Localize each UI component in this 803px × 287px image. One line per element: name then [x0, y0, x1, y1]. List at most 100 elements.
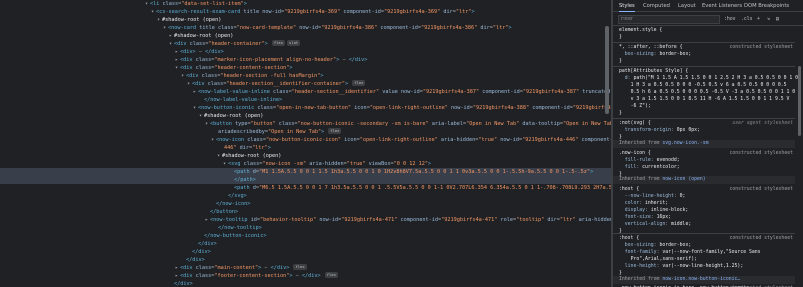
style-rule-line[interactable]: element.style { — [613, 27, 803, 34]
dom-node-content[interactable]: <div> ⋯ </div> — [180, 49, 224, 55]
dom-node-row[interactable]: </div> — [0, 280, 611, 287]
style-rule-line[interactable]: -6 Z"); — [613, 103, 803, 110]
style-rule-line[interactable]: :host {constructed stylesheet — [613, 186, 803, 193]
dom-node-content[interactable]: </div> — [174, 281, 193, 287]
dom-node-content[interactable]: #shadow-root (open) — [162, 17, 221, 23]
style-rule-line[interactable]: display: inline-block; — [613, 207, 803, 214]
dom-node-content[interactable]: #shadow-root (open) — [174, 33, 233, 39]
dom-node-content[interactable]: </svg> — [228, 193, 247, 199]
dom-node-row[interactable]: ▸ <div class="marker-icon-placement align… — [0, 56, 611, 64]
style-rule-line[interactable]: transform-origin: 0px 0px; — [613, 127, 803, 134]
dom-node-row[interactable]: ▸ #shadow-root (open) — [0, 32, 611, 40]
tab-dom-breakpoints[interactable]: DOM Breakpoints — [744, 0, 789, 12]
dom-node-row[interactable]: ▾ <div class="header-content-section"> — [0, 64, 611, 72]
dom-node-content[interactable]: <now-card title class="now-card-template… — [168, 25, 512, 31]
dom-node-content[interactable]: <now-button-iconic class="open-in-new-ta… — [198, 105, 611, 111]
dom-node-content[interactable]: <svg class="now-icon -sm" aria-hidden="t… — [228, 161, 431, 167]
style-rule-line[interactable]: fill: currentcolor; — [613, 164, 803, 171]
dom-node-row[interactable]: ▾ <now-card title class="now-card-templat… — [0, 24, 611, 32]
styles-scrollbar[interactable] — [797, 26, 802, 287]
dom-node-content[interactable]: <div class="marker-icon-placement align-… — [180, 57, 367, 63]
dom-node-content[interactable]: </div> — [192, 249, 211, 255]
dom-node-row[interactable]: </div> — [0, 256, 611, 264]
style-rule-line[interactable]: --now-line-height: 0; — [613, 193, 803, 200]
dom-node-row[interactable]: ▾ <now-icon class="now-button-iconic-icon… — [0, 136, 611, 144]
dom-node-content[interactable]: 446" dir="ltr"> — [224, 145, 271, 151]
style-rule-line[interactable]: :not(svg) {user agent stylesheet — [613, 120, 803, 127]
style-rule-line[interactable]: color: inherit; — [613, 200, 803, 207]
dom-node-content[interactable]: </now-label-value-inline> — [204, 97, 282, 103]
tab-layout[interactable]: Layout — [678, 0, 696, 12]
dom-node-row[interactable]: ▾ <button type="button" class="now-button… — [0, 120, 611, 128]
dom-node-content[interactable]: <cs-search-result-exam-card title now-id… — [156, 9, 475, 15]
computed-toggle-icon[interactable]: ⇲ — [767, 16, 770, 24]
styles-filter-input[interactable] — [618, 15, 720, 24]
style-rule-line[interactable]: vertical-align: middle; — [613, 221, 803, 228]
dom-node-row[interactable]: ▾ <cs-search-result-exam-card title now-i… — [0, 8, 611, 16]
dom-node-row[interactable]: ▾ <svg class="now-icon -sm" aria-hidden="… — [0, 160, 611, 168]
dom-node-row[interactable]: </div> — [0, 240, 611, 248]
dom-node-row[interactable]: ▾ <div class="header-container"> flex slot — [0, 40, 611, 48]
dom-node-row[interactable]: </now-button-iconic> — [0, 232, 611, 240]
dom-node-row[interactable]: </now-label-value-inline> — [0, 96, 611, 104]
dom-node-content[interactable]: <button type="button" class="now-button-… — [210, 121, 611, 127]
dom-node-content[interactable]: <div class="header-container"> flex slot — [174, 40, 301, 47]
dom-node-row[interactable]: </button> — [0, 208, 611, 216]
dom-node-row[interactable]: </svg> — [0, 192, 611, 200]
dom-node-content[interactable]: <div class="header-content-section"> — [180, 65, 292, 71]
dom-node-row[interactable]: ariadescribedby="Open in New Tab"> flex — [0, 128, 611, 136]
dom-node-row[interactable]: </now-tooltip> — [0, 224, 611, 232]
elements-scrollbar[interactable] — [604, 8, 610, 279]
dom-node-content[interactable]: </now-icon> — [216, 201, 250, 207]
dom-node-row[interactable]: </path> — [0, 176, 611, 184]
style-rule-line[interactable]: } — [613, 110, 803, 117]
dom-node-content[interactable]: </now-button-iconic> — [204, 233, 266, 239]
dom-node-row[interactable]: ▾ <li class="data-set-list-item"> — [0, 0, 611, 8]
style-rule-line[interactable]: font-size: 16px; — [613, 214, 803, 221]
style-rule-line[interactable]: :host {constructed stylesheet — [613, 235, 803, 242]
dom-node-row[interactable]: ▸ <div> ⋯ </div> — [0, 48, 611, 56]
style-rule-line[interactable]: } — [613, 58, 803, 65]
style-rule-line[interactable]: .now-icon {constructed stylesheet — [613, 150, 803, 157]
dom-node-content[interactable]: <div class="header-section__identifier-c… — [192, 80, 366, 87]
dom-node-content[interactable]: </button> — [210, 209, 238, 215]
dom-node-row[interactable]: </div> — [0, 248, 611, 256]
dom-node-row[interactable]: ▾ <div class="header-section -full hasMar… — [0, 72, 611, 80]
dom-node-row[interactable]: ▾ #shadow-root (open) — [0, 152, 611, 160]
dom-node-content[interactable]: <li class="data-set-list-item"> — [150, 1, 247, 7]
elements-scrollbar-thumb[interactable] — [605, 26, 609, 114]
style-rule-line[interactable]: box-sizing: border-box; — [613, 242, 803, 249]
style-rule-line[interactable]: v 3 a 1.5 1.5 0 0 1 8.5 11 H -6 A 1.5 1.… — [613, 96, 803, 103]
tab-styles[interactable]: Styles — [619, 0, 635, 12]
dom-node-row[interactable]: <path d="M1 1.5A.5.5 0 0 1 1.5 1h3a.5.5 … — [0, 168, 611, 176]
dom-node-row[interactable]: ▾ #shadow-root (open) — [0, 112, 611, 120]
dom-node-row[interactable]: ▸ <div class="main-content"> ⋯ </div> fle… — [0, 264, 611, 272]
style-rule-line[interactable]: box-sizing: border-box; — [613, 51, 803, 58]
dom-node-content[interactable]: <now-label-value-inline class="header-se… — [198, 89, 611, 95]
tab-computed[interactable]: Computed — [643, 0, 670, 12]
dom-node-content[interactable]: <div class="header-section -full hasMarg… — [186, 73, 323, 79]
style-rule-line[interactable]: font-family: var(--now-font-family,"Sour… — [613, 249, 803, 256]
style-rule-line[interactable]: path[Attributes Style] { — [613, 68, 803, 75]
dom-node-content[interactable]: #shadow-root (open) — [204, 113, 263, 119]
dom-node-row[interactable]: ▸ <now-label-value-inline class="header-s… — [0, 88, 611, 96]
dom-node-content[interactable]: <path d="M6.5 1.5A.5.5 0 0 1 7 1h3.5a.5.… — [234, 185, 611, 191]
dom-node-content[interactable]: <now-icon class="now-button-iconic-icon"… — [216, 137, 611, 143]
style-rule-line[interactable]: d: path("M 1 1.5 A 1.5 1.5 0 0 1 2.5 2 H… — [613, 75, 803, 82]
dom-node-row[interactable]: ▸ <div class="footer-content-section"> ⋯ … — [0, 272, 611, 280]
style-rule-line[interactable]: } — [613, 34, 803, 41]
dom-node-content[interactable]: <path d="M1 1.5A.5.5 0 0 1 1.5 1h3a.5.5 … — [234, 169, 593, 175]
style-rule-line[interactable]: fill-rule: evenodd; — [613, 157, 803, 164]
dom-node-row[interactable]: ▾ #shadow-root (open) — [0, 16, 611, 24]
style-rule-line[interactable]: 0.5 h 6 a 0.5 0.5 0 0 0 0.5 -0.5 V -3 a … — [613, 89, 803, 96]
dom-node-content[interactable]: #shadow-root (open) — [222, 153, 281, 159]
dom-node-content[interactable]: </now-tooltip> — [218, 225, 262, 231]
dom-node-content[interactable]: </div> — [186, 257, 205, 263]
dom-node-row[interactable]: <path d="M6.5 1.5A.5.5 0 0 1 7 1h3.5a.5.… — [0, 184, 611, 192]
inherited-from-header[interactable]: Inherited from svg.now-icon.-sm — [613, 140, 795, 148]
inherited-from-header[interactable]: Inherited from now-icon (open) — [613, 176, 795, 184]
styles-scrollbar-thumb[interactable] — [798, 66, 801, 136]
dom-node-content[interactable]: <now-tooltip id="behavior-tooltip" now-i… — [210, 217, 611, 223]
new-rule-button[interactable]: + — [757, 16, 760, 24]
dom-node-content[interactable]: </path> — [234, 177, 256, 183]
